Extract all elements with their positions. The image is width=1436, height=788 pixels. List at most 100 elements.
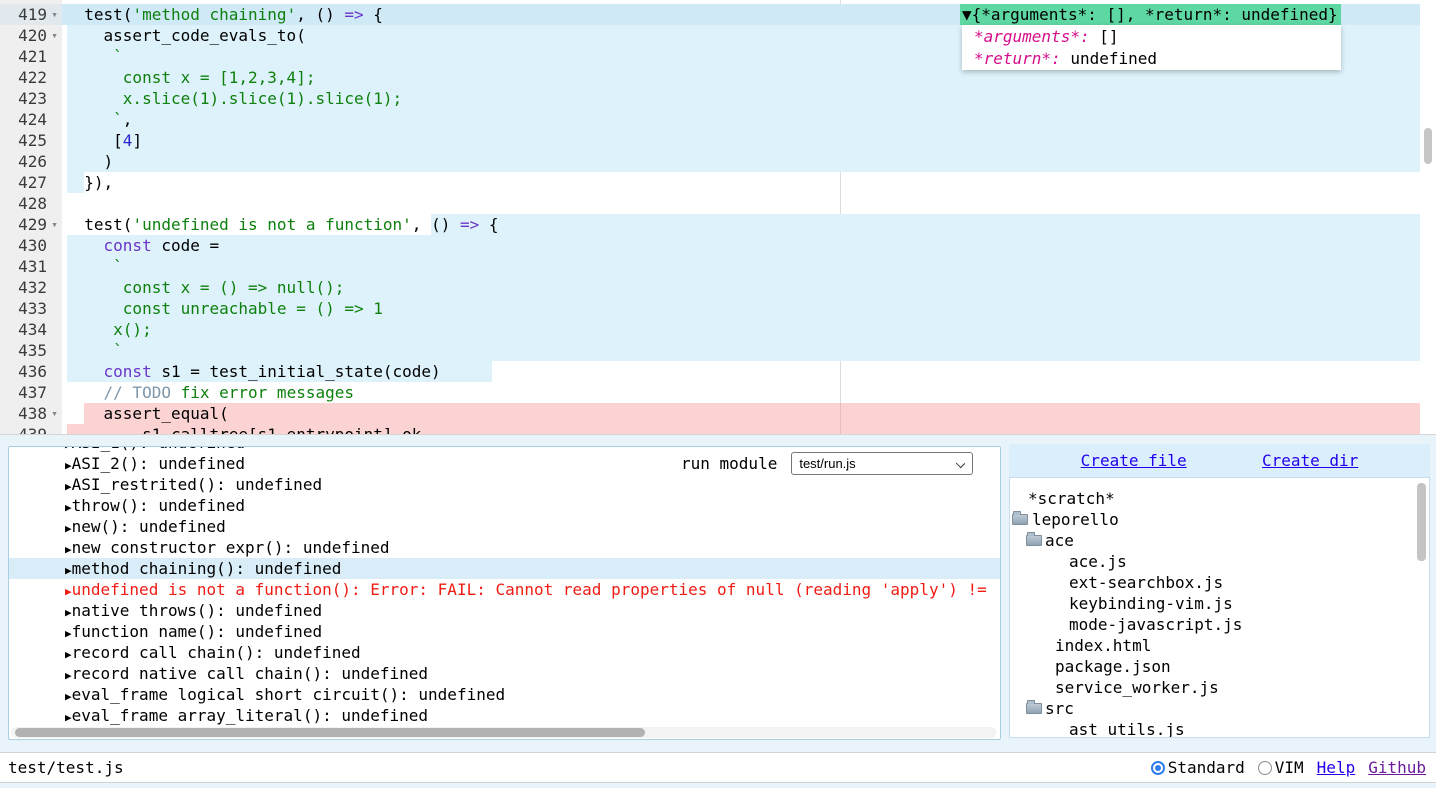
fold-toggle-icon[interactable]: ▾ [48, 25, 61, 46]
code-token [65, 236, 104, 255]
code-token: }), [65, 173, 113, 192]
keybinding-standard-option[interactable]: Standard [1151, 758, 1245, 777]
tree-item[interactable]: ast_utils.js [1069, 719, 1185, 738]
expand-arrow-icon[interactable]: ▶ [65, 690, 72, 703]
code-line[interactable]: }), [65, 172, 113, 193]
code-line[interactable]: ` [65, 46, 123, 67]
tree-item[interactable]: ace.js [1069, 551, 1127, 572]
keybinding-vim-option[interactable]: VIM [1258, 758, 1304, 777]
code-token: fix error messages [171, 383, 354, 402]
code-line[interactable]: const code = [65, 235, 219, 256]
editor-scrollbar-thumb[interactable] [1424, 128, 1432, 164]
code-line[interactable]: const s1 = test_initial_state(code) [65, 361, 441, 382]
expand-arrow-icon[interactable]: ▶ [65, 501, 72, 514]
tree-item[interactable]: ext-searchbox.js [1069, 572, 1223, 593]
output-row[interactable]: ▶method chaining(): undefined [9, 558, 1000, 579]
output-row[interactable]: ▶eval_frame logical short circuit(): und… [9, 684, 1000, 705]
fold-toggle-icon[interactable]: ▾ [48, 403, 61, 424]
folder-icon [1012, 514, 1028, 525]
code-token [65, 362, 104, 381]
tree-item[interactable]: leporello [1032, 509, 1119, 530]
expand-arrow-icon[interactable]: ▶ [65, 564, 72, 577]
expand-arrow-icon[interactable]: ▶ [65, 446, 72, 451]
expand-arrow-icon[interactable]: ▶ [65, 480, 72, 493]
expand-arrow-icon[interactable]: ▶ [65, 648, 72, 661]
output-row[interactable]: ▶throw(): undefined [9, 495, 1000, 516]
code-line[interactable]: ` [65, 256, 123, 277]
expand-arrow-icon[interactable]: ▶ [65, 669, 72, 682]
create-dir-link[interactable]: Create dir [1262, 451, 1358, 470]
code-line[interactable]: [4] [65, 130, 142, 151]
tooltip-arguments-row[interactable]: *arguments*: [] [974, 26, 1341, 48]
code-line[interactable]: // TODO fix error messages [65, 382, 354, 403]
code-line[interactable]: `, [65, 109, 132, 130]
expand-arrow-icon[interactable]: ▶ [65, 543, 72, 556]
fold-toggle-icon[interactable]: ▾ [48, 4, 61, 25]
run-module-select[interactable]: test/run.js [791, 452, 973, 475]
code-line[interactable]: test('undefined is not a function', () =… [65, 214, 499, 235]
tree-item[interactable]: service_worker.js [1055, 677, 1219, 698]
output-row[interactable]: ▶new constructor expr(): undefined [9, 537, 1000, 558]
radio-selected-icon[interactable] [1151, 761, 1165, 775]
expand-arrow-icon[interactable]: ▶ [65, 459, 72, 472]
test-results-panel[interactable]: ▶ASI_1(): undefined▶ASI_2(): undefined▶A… [8, 446, 1001, 740]
code-line[interactable]: assert_code_evals_to( [65, 25, 306, 46]
folder-icon [1026, 535, 1042, 546]
expand-arrow-icon[interactable]: ▶ [65, 522, 72, 535]
code-line[interactable]: x.slice(1).slice(1).slice(1); [65, 88, 402, 109]
expand-arrow-icon[interactable]: ▶ [65, 585, 72, 598]
code-line[interactable]: x(); [65, 319, 152, 340]
line-number: 431 [0, 256, 62, 277]
code-line[interactable]: const unreachable = () => 1 [65, 298, 383, 319]
code-line[interactable]: test('method chaining', () => { [65, 4, 383, 25]
code-line[interactable]: ` [65, 340, 123, 361]
file-tree-scrollbar-thumb[interactable] [1417, 483, 1426, 561]
code-token: 'undefined is not a function' [132, 215, 411, 234]
line-number: 436 [0, 361, 62, 382]
expand-arrow-icon[interactable]: ▶ [65, 627, 72, 640]
expand-arrow-icon[interactable]: ▶ [65, 711, 72, 724]
github-link[interactable]: Github [1368, 758, 1426, 777]
tree-item[interactable]: keybinding-vim.js [1069, 593, 1233, 614]
code-line[interactable]: const x = () => null(); [65, 277, 344, 298]
value-tooltip-header[interactable]: ▼{*arguments*: [], *return*: undefined} [960, 4, 1341, 25]
create-file-link[interactable]: Create file [1081, 451, 1187, 470]
keybinding-standard-label: Standard [1168, 758, 1245, 777]
code-line[interactable]: assert_equal( [65, 403, 229, 424]
output-row[interactable]: ▶ASI_restrited(): undefined [9, 474, 1000, 495]
tree-item[interactable]: package.json [1055, 656, 1171, 677]
output-hscrollbar-thumb[interactable] [15, 728, 645, 737]
output-row[interactable]: ▶undefined is not a function(): Error: F… [9, 579, 1000, 600]
code-editor[interactable]: 419▾ test('method chaining', () => {420▾… [0, 0, 1436, 435]
file-panel-header: Create file Create dir [1009, 444, 1430, 477]
code-token: , () [296, 5, 344, 24]
highlight-band [67, 109, 1420, 130]
tree-item[interactable]: mode-javascript.js [1069, 614, 1242, 635]
radio-unselected-icon[interactable] [1258, 761, 1272, 775]
code-line[interactable]: ) [65, 151, 113, 172]
highlight-band [67, 256, 1420, 277]
tooltip-value: undefined [1061, 49, 1157, 68]
file-tree[interactable]: *scratch*leporelloaceace.jsext-searchbox… [1009, 477, 1430, 738]
output-row[interactable]: ▶eval_frame array_literal(): undefined [9, 705, 1000, 726]
code-line[interactable]: const x = [1,2,3,4]; [65, 67, 315, 88]
tree-item[interactable]: index.html [1055, 635, 1151, 656]
code-token: test( [65, 215, 132, 234]
output-row[interactable]: ▶record call chain(): undefined [9, 642, 1000, 663]
tooltip-return-row[interactable]: *return*: undefined [974, 48, 1341, 70]
output-row[interactable]: ▶function name(): undefined [9, 621, 1000, 642]
tree-item[interactable]: *scratch* [1028, 488, 1115, 509]
code-token: // TODO [104, 383, 171, 402]
output-row[interactable]: ▶record native call chain(): undefined [9, 663, 1000, 684]
current-file-path: test/test.js [8, 758, 124, 777]
code-line[interactable]: s1.calltree[s1.entrypoint].ok, [65, 424, 431, 435]
fold-toggle-icon[interactable]: ▾ [48, 214, 61, 235]
output-row[interactable]: ▶new(): undefined [9, 516, 1000, 537]
highlight-band [67, 319, 1420, 340]
expand-arrow-icon[interactable]: ▶ [65, 606, 72, 619]
output-row[interactable]: ▶native throws(): undefined [9, 600, 1000, 621]
line-number: 428 [0, 193, 62, 214]
help-link[interactable]: Help [1317, 758, 1356, 777]
tree-item[interactable]: src [1045, 698, 1074, 719]
tree-item[interactable]: ace [1045, 530, 1074, 551]
